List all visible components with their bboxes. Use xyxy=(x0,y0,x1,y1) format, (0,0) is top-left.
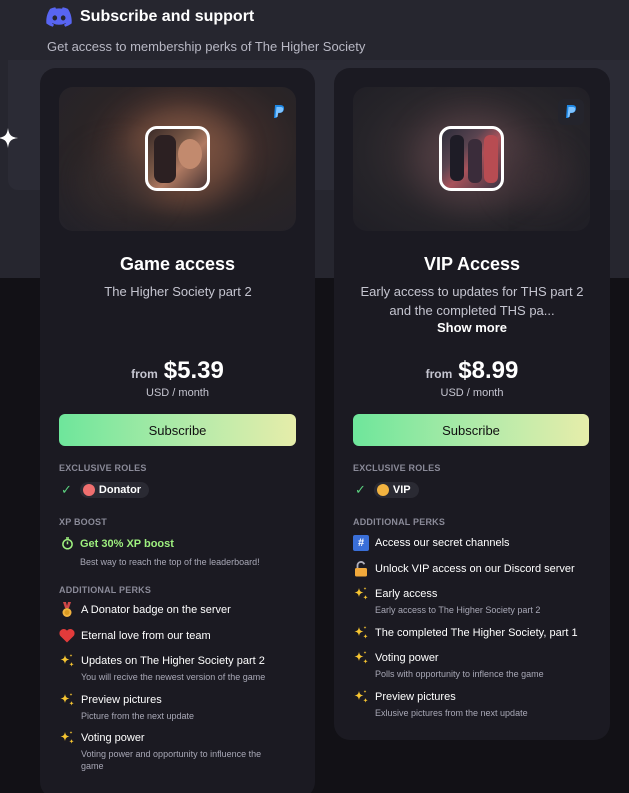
plan-avatar-image xyxy=(439,126,504,191)
page-title: Subscribe and support xyxy=(80,8,255,25)
plan-price: from $5.39 xyxy=(40,357,315,385)
perk-item: Preview pictures Exlusive pictures from … xyxy=(353,689,598,719)
stopwatch-icon xyxy=(62,537,73,550)
plan-avatar-image xyxy=(145,126,210,191)
perk-title: Unlock VIP access on our Discord server xyxy=(375,563,575,575)
price-unit: USD / month xyxy=(440,387,504,399)
xp-boost-row: Get 30% XP boost xyxy=(61,537,174,550)
paypal-icon xyxy=(558,99,584,125)
heart-icon xyxy=(59,628,75,644)
additional-perks-label: ADDITIONAL PERKS xyxy=(353,517,446,527)
sparkles-icon xyxy=(59,692,75,708)
perk-description: Exlusive pictures from the next update xyxy=(375,708,528,718)
perk-item: # Access our secret channels xyxy=(353,535,598,551)
perk-title: The completed The Higher Society, part 1 xyxy=(375,627,578,639)
role-chip: Donator xyxy=(79,482,150,498)
perk-item: Early access Early access to The Higher … xyxy=(353,586,598,616)
sparkles-icon xyxy=(353,689,369,705)
perk-item: Voting power Polls with opportunity to i… xyxy=(353,650,598,680)
unlock-icon xyxy=(353,561,369,577)
perk-item: Unlock VIP access on our Discord server xyxy=(353,561,598,577)
perk-item: Eternal love from our team xyxy=(59,628,304,644)
perk-title: Eternal love from our team xyxy=(81,630,211,642)
perk-title: Voting power xyxy=(81,732,145,744)
role-name: Donator xyxy=(98,484,142,496)
perk-description: Early access to The Higher Society part … xyxy=(375,605,541,615)
sparkles-icon xyxy=(353,586,369,602)
subscribe-button[interactable]: Subscribe xyxy=(59,414,296,446)
sparkles-icon xyxy=(353,625,369,641)
role-row: ✓ VIP xyxy=(355,482,419,498)
medal-icon xyxy=(59,602,75,618)
plan-banner-image xyxy=(353,87,590,231)
show-more-link[interactable]: Show more xyxy=(334,320,610,335)
exclusive-roles-label: EXCLUSIVE ROLES xyxy=(353,463,441,473)
price-from-label: from xyxy=(131,367,158,381)
xp-boost-subtext: Best way to reach the top of the leaderb… xyxy=(80,557,260,567)
plan-title: Game access xyxy=(119,254,236,274)
role-chip: VIP xyxy=(373,482,419,498)
price-amount: $8.99 xyxy=(458,357,519,384)
price-unit: USD / month xyxy=(146,387,209,399)
check-icon: ✓ xyxy=(61,482,72,497)
plan-description: The Higher Society part 2 xyxy=(104,284,252,299)
plan-description: Early access to updates for THS part 2 a… xyxy=(360,284,584,318)
perk-item: Voting power Voting power and opportunit… xyxy=(59,730,304,772)
plan-card-game-access: Game access The Higher Society part 2 fr… xyxy=(40,68,315,793)
perk-item: Preview pictures Picture from the next u… xyxy=(59,692,304,722)
plan-price: from $8.99 xyxy=(334,357,610,385)
sparkles-icon xyxy=(59,653,75,669)
role-row: ✓ Donator xyxy=(61,482,150,498)
perk-item: Updates on The Higher Society part 2 You… xyxy=(59,653,304,683)
perk-description: You will recive the newest version of th… xyxy=(81,672,266,682)
perk-description: Picture from the next update xyxy=(81,711,195,721)
page-subtitle: Get access to membership perks of The Hi… xyxy=(47,39,366,54)
plan-banner-image xyxy=(59,87,296,231)
sparkle-icon xyxy=(0,128,18,148)
perk-title: Early access xyxy=(375,588,438,600)
exclusive-roles-label: EXCLUSIVE ROLES xyxy=(59,463,147,473)
perk-title: Updates on The Higher Society part 2 xyxy=(81,655,265,667)
role-color-dot xyxy=(82,484,95,496)
hash-icon: # xyxy=(353,535,369,551)
paypal-icon xyxy=(266,99,292,125)
perk-item: The completed The Higher Society, part 1 xyxy=(353,625,598,641)
subscribe-header: Subscribe and support Get access to memb… xyxy=(46,6,365,54)
perk-item: A Donator badge on the server xyxy=(59,602,304,618)
xp-boost-label: XP BOOST xyxy=(59,517,107,527)
additional-perks-label: ADDITIONAL PERKS xyxy=(59,585,152,595)
plan-card-vip-access: VIP Access Early access to updates for T… xyxy=(334,68,610,740)
perk-description: Voting power and opportunity to influenc… xyxy=(81,749,262,771)
role-color-dot xyxy=(376,484,389,496)
role-name: VIP xyxy=(392,484,411,496)
sparkles-icon xyxy=(353,650,369,666)
perk-title: Preview pictures xyxy=(375,691,456,703)
perk-description: Polls with opportunity to inflence the g… xyxy=(375,669,544,679)
perk-title: Access our secret channels xyxy=(375,537,510,549)
plan-title: VIP Access xyxy=(423,254,521,274)
price-amount: $5.39 xyxy=(163,357,224,384)
perk-title: A Donator badge on the server xyxy=(81,604,231,616)
subscribe-button[interactable]: Subscribe xyxy=(353,414,589,446)
perk-title: Preview pictures xyxy=(81,694,162,706)
perk-title: Voting power xyxy=(375,652,439,664)
xp-boost-text: Get 30% XP boost xyxy=(80,537,174,550)
sparkles-icon xyxy=(59,730,75,746)
price-from-label: from xyxy=(425,367,453,381)
discord-icon xyxy=(46,7,72,27)
check-icon: ✓ xyxy=(355,482,366,497)
